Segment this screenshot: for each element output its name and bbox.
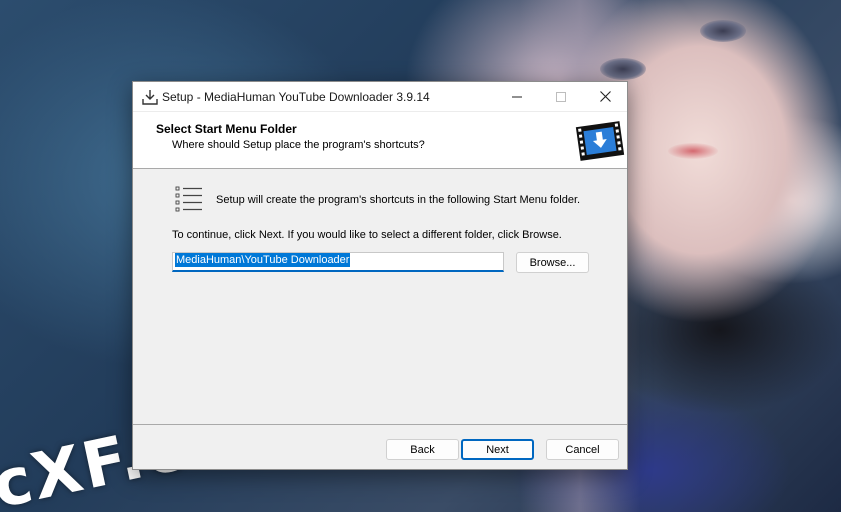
footer-divider: [133, 424, 627, 425]
continue-instructions: To continue, click Next. If you would li…: [172, 229, 562, 241]
film-download-icon: [575, 121, 625, 161]
setup-dialog: Setup - MediaHuman YouTube Downloader 3.…: [132, 81, 628, 470]
info-text: Setup will create the program's shortcut…: [216, 194, 581, 206]
next-button[interactable]: Next: [461, 439, 534, 460]
close-icon: [599, 91, 611, 102]
cancel-button[interactable]: Cancel: [546, 439, 619, 460]
title-bar[interactable]: Setup - MediaHuman YouTube Downloader 3.…: [133, 82, 627, 111]
minimize-button[interactable]: [495, 82, 539, 111]
folder-input-value: MediaHuman\YouTube Downloader: [175, 253, 351, 267]
wizard-header: Select Start Menu Folder Where should Se…: [133, 111, 627, 169]
wallpaper-eye-left: [600, 58, 646, 80]
browse-button[interactable]: Browse...: [516, 252, 589, 273]
installer-icon: [142, 90, 158, 105]
maximize-icon: [556, 91, 566, 102]
start-menu-list-icon: [175, 186, 202, 212]
page-subtitle: Where should Setup place the program's s…: [172, 139, 425, 151]
window-title: Setup - MediaHuman YouTube Downloader 3.…: [162, 90, 430, 104]
back-button[interactable]: Back: [386, 439, 459, 460]
start-menu-folder-input[interactable]: MediaHuman\YouTube Downloader: [172, 252, 504, 272]
wallpaper-lips: [668, 143, 718, 159]
page-title: Select Start Menu Folder: [156, 122, 297, 136]
close-button[interactable]: [583, 82, 627, 111]
minimize-icon: [512, 96, 522, 97]
maximize-button[interactable]: [539, 82, 583, 111]
wallpaper-eye-right: [700, 20, 746, 42]
